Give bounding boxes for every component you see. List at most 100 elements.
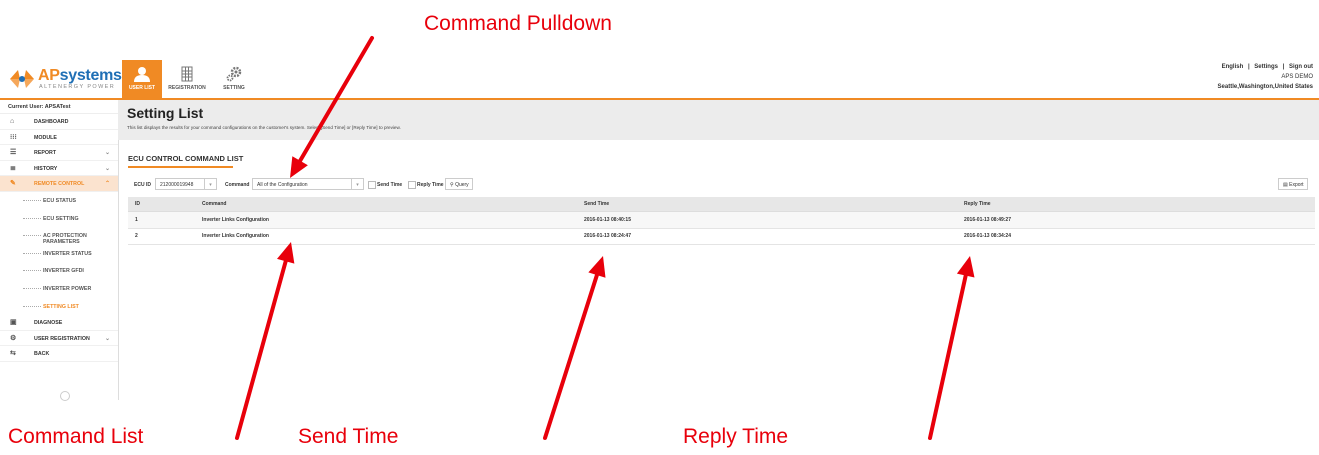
ecu-id-label: ECU ID bbox=[134, 182, 151, 188]
main-content: Setting List This list displays the resu… bbox=[118, 100, 1319, 400]
cell-reply-time[interactable]: 2016-01-13 08:49:27 bbox=[957, 211, 1315, 229]
ecu-id-select[interactable]: 212000019948 bbox=[155, 178, 205, 190]
reply-time-label: Reply Time bbox=[417, 182, 444, 188]
cell-command: Inverter Links Configuration bbox=[195, 211, 577, 229]
sidebar-subitem-setting-list[interactable]: SETTING LIST bbox=[0, 298, 118, 316]
table-row[interactable]: 1 Inverter Links Configuration 2016-01-1… bbox=[128, 211, 1315, 229]
tab-user-list-label: USER LIST bbox=[128, 85, 156, 91]
tree-connector bbox=[23, 252, 41, 254]
cell-reply-time[interactable]: 2016-01-13 08:34:24 bbox=[957, 228, 1315, 245]
database-icon: ≣ bbox=[10, 164, 16, 172]
apsystems-logo-icon bbox=[10, 70, 34, 88]
cell-send-time[interactable]: 2016-01-13 08:24:47 bbox=[577, 228, 957, 245]
ecu-id-dropdown-icon[interactable]: ▾ bbox=[205, 178, 217, 190]
apsystems-logo[interactable]: APsystems ALTENERGY POWER bbox=[8, 66, 122, 94]
sidebar-item-back[interactable]: ⇆ BACK bbox=[0, 346, 118, 362]
command-dropdown-icon[interactable]: ▾ bbox=[352, 178, 364, 190]
cell-command: Inverter Links Configuration bbox=[195, 228, 577, 245]
sidebar-item-label: DASHBOARD bbox=[34, 119, 69, 125]
sidebar-subitem-ecu-status[interactable]: ECU STATUS bbox=[0, 192, 118, 210]
search-icon: ⚲ bbox=[450, 182, 454, 188]
tab-setting-label: SETTING bbox=[223, 85, 245, 91]
sidebar-item-label: REMOTE CONTROL bbox=[34, 181, 85, 188]
command-select[interactable]: All of the Configuration bbox=[252, 178, 352, 190]
logo-tagline: ALTENERGY POWER bbox=[39, 84, 116, 90]
sidebar-item-dashboard[interactable]: ⌂ DASHBOARD bbox=[0, 114, 118, 130]
annotation-command-list: Command List bbox=[8, 425, 144, 448]
back-icon: ⇆ bbox=[10, 350, 16, 358]
sidebar-subitem-inverter-gfdi[interactable]: INVERTER GFDI bbox=[0, 262, 118, 280]
tree-connector bbox=[23, 305, 41, 307]
table-header-row: ID Command Send Time Reply Time bbox=[128, 197, 1315, 212]
language-link[interactable]: English bbox=[1222, 64, 1244, 70]
column-header-command[interactable]: Command bbox=[195, 197, 577, 212]
sidebar-subitem-ecu-setting[interactable]: ECU SETTING bbox=[0, 210, 118, 228]
sidebar: Current User: APSATest ⌂ DASHBOARD ⁝⁝⁝ M… bbox=[0, 100, 119, 401]
tab-registration-label: REGISTRATION bbox=[168, 85, 206, 91]
sidebar-subitem-label: SETTING LIST bbox=[43, 303, 79, 310]
home-icon: ⌂ bbox=[10, 118, 15, 125]
sidebar-subitem-ac-protection-parameters[interactable]: AC PROTECTION PARAMETERS bbox=[0, 227, 118, 245]
current-user: Current User: APSATest bbox=[0, 100, 118, 114]
module-grid-icon: ⁝⁝⁝ bbox=[10, 133, 17, 141]
annotation-command-pulldown: Command Pulldown bbox=[424, 12, 612, 35]
reply-time-checkbox[interactable] bbox=[408, 181, 416, 189]
list-icon: ☰ bbox=[10, 149, 17, 157]
tree-connector bbox=[23, 287, 41, 289]
cell-send-time[interactable]: 2016-01-13 08:40:15 bbox=[577, 211, 957, 229]
cell-id: 1 bbox=[128, 211, 195, 229]
section-underline bbox=[128, 166, 233, 168]
link-separator: | bbox=[1247, 64, 1250, 70]
sidebar-subitem-label: ECU SETTING bbox=[43, 215, 79, 222]
settings-link[interactable]: Settings bbox=[1254, 64, 1278, 70]
diagnose-icon: ▣ bbox=[10, 319, 17, 327]
send-time-checkbox[interactable] bbox=[368, 181, 376, 189]
sidebar-item-label: MODULE bbox=[34, 134, 57, 141]
sidebar-item-history[interactable]: ≣ HISTORY ⌄ bbox=[0, 161, 118, 177]
column-header-id[interactable]: ID bbox=[128, 197, 195, 212]
sidebar-item-label: USER REGISTRATION bbox=[34, 335, 90, 342]
section-title: ECU CONTROL COMMAND LIST bbox=[128, 154, 244, 163]
sidebar-item-diagnose[interactable]: ▣ DIAGNOSE bbox=[0, 315, 118, 331]
logo-text: APsystems bbox=[38, 67, 122, 84]
chevron-down-icon: ⌄ bbox=[104, 165, 110, 172]
sidebar-item-label: BACK bbox=[34, 351, 50, 358]
sidebar-subitem-label: INVERTER STATUS bbox=[43, 250, 92, 257]
sidebar-subitem-inverter-status[interactable]: INVERTER STATUS bbox=[0, 245, 118, 263]
send-time-label: Send Time bbox=[377, 182, 403, 188]
gear-icon bbox=[226, 66, 242, 82]
tree-connector bbox=[23, 235, 41, 237]
table-row[interactable]: 2 Inverter Links Configuration 2016-01-1… bbox=[128, 228, 1315, 245]
sidebar-collapse-handle[interactable] bbox=[60, 391, 70, 401]
sidebar-item-label: REPORT bbox=[34, 150, 57, 157]
sidebar-item-report[interactable]: ☰ REPORT ⌄ bbox=[0, 145, 118, 161]
app-header: APsystems ALTENERGY POWER USER LIST REGI… bbox=[0, 60, 1319, 100]
link-separator: | bbox=[1282, 64, 1285, 70]
wrench-icon: ✎ bbox=[10, 180, 16, 188]
chevron-down-icon: ⌄ bbox=[104, 335, 110, 342]
column-header-send-time[interactable]: Send Time bbox=[577, 197, 957, 212]
tree-connector bbox=[23, 199, 41, 201]
filter-bar: ECU ID 212000019948 ▾ Command All of the… bbox=[128, 178, 1315, 192]
gears-icon: ⚙ bbox=[10, 334, 17, 342]
tree-connector bbox=[23, 217, 41, 219]
tab-registration[interactable]: REGISTRATION bbox=[163, 60, 211, 98]
chevron-down-icon: ⌄ bbox=[104, 150, 110, 157]
sidebar-item-module[interactable]: ⁝⁝⁝ MODULE bbox=[0, 130, 118, 146]
sidebar-item-remote-control[interactable]: ✎ REMOTE CONTROL ⌃ bbox=[0, 176, 118, 192]
command-table: ID Command Send Time Reply Time 1 Invert… bbox=[128, 197, 1315, 245]
sidebar-item-user-registration[interactable]: ⚙ USER REGISTRATION ⌄ bbox=[0, 331, 118, 347]
cell-id: 2 bbox=[128, 228, 195, 245]
tab-user-list[interactable]: USER LIST bbox=[122, 60, 162, 98]
sidebar-subitem-label: ECU STATUS bbox=[43, 197, 77, 204]
user-icon bbox=[134, 67, 150, 82]
export-button[interactable]: ▤ Export bbox=[1278, 178, 1308, 190]
sign-out-link[interactable]: Sign out bbox=[1289, 64, 1313, 70]
tab-setting[interactable]: SETTING bbox=[214, 60, 254, 98]
chevron-up-icon: ⌃ bbox=[104, 181, 110, 188]
query-button[interactable]: ⚲ Query bbox=[445, 178, 473, 190]
sidebar-subitem-inverter-power[interactable]: INVERTER POWER bbox=[0, 280, 118, 298]
sidebar-item-label: DIAGNOSE bbox=[34, 320, 63, 327]
column-header-reply-time[interactable]: Reply Time bbox=[957, 197, 1315, 212]
annotation-reply-time: Reply Time bbox=[683, 425, 789, 448]
